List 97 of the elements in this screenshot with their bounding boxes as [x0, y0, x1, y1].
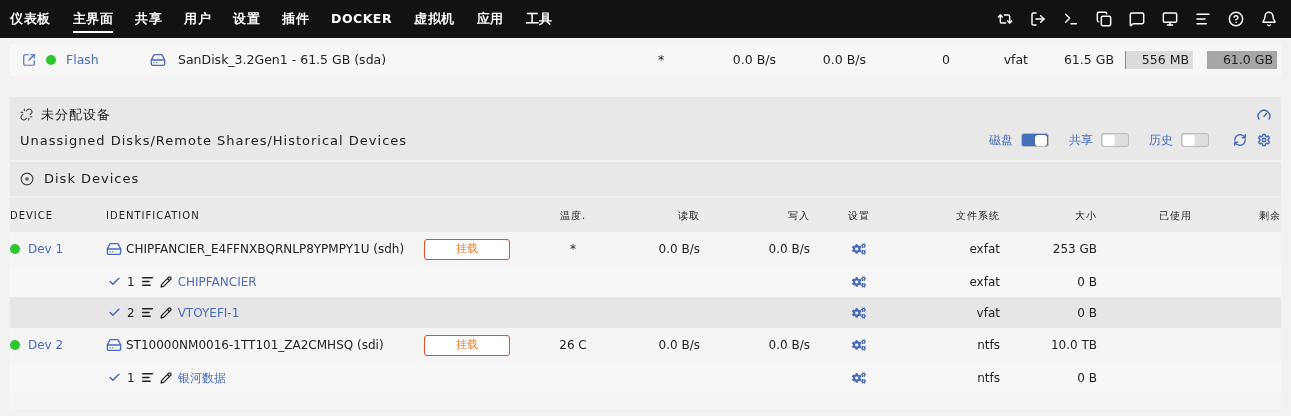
column-header: 温度.: [558, 208, 588, 223]
partition-number: 2: [127, 304, 135, 322]
device-identification: SanDisk_3.2Gen1 - 61.5 GB (sda): [178, 50, 387, 69]
column-header: 设置: [847, 208, 871, 223]
message-icon[interactable]: [1129, 11, 1145, 27]
size-value: 0 B: [1076, 369, 1097, 387]
temperature-value: *: [569, 241, 577, 258]
section-title: Disk Devices: [44, 170, 140, 189]
partition-row[interactable]: 2 VTOYEFI-1 vfat 0 B: [10, 297, 1281, 328]
external-link-icon[interactable]: [22, 53, 36, 67]
partition-number: 1: [127, 273, 135, 291]
write-speed: 0.0 B/s: [767, 337, 810, 354]
toggle-switch[interactable]: [1181, 133, 1209, 148]
nav-tab[interactable]: 用户: [184, 4, 211, 34]
list-icon[interactable]: [1195, 11, 1211, 27]
partition-number: 1: [127, 369, 135, 387]
nav-tab[interactable]: 工具: [525, 4, 553, 34]
nav-tab[interactable]: 共享: [135, 4, 162, 34]
write-speed: 0.0 B/s: [821, 50, 866, 69]
nav-tab[interactable]: 设置: [233, 4, 260, 34]
list-icon[interactable]: [140, 371, 154, 384]
column-header: 写入: [787, 208, 810, 223]
read-speed: 0.0 B/s: [657, 241, 700, 258]
section-subtitle: Unassigned Disks/Remote Shares/Historical Devices: [20, 131, 408, 150]
filesystem-value: vfat: [1002, 50, 1028, 69]
toggle-switch[interactable]: [1021, 133, 1049, 148]
partition-row[interactable]: 1 CHIPFANCIER exfat 0 B: [10, 266, 1281, 297]
toggle-label: 历史: [1149, 132, 1173, 150]
edit-icon[interactable]: [159, 275, 172, 288]
nav-tab[interactable]: DOCKER: [331, 4, 393, 34]
nav-tab[interactable]: 插件: [282, 4, 309, 34]
list-icon[interactable]: [140, 306, 154, 319]
nav-tab[interactable]: 主界面: [72, 4, 113, 34]
size-value: 253 GB: [1051, 241, 1097, 258]
toggle-switch[interactable]: [1101, 133, 1129, 148]
drive-icon: [106, 241, 122, 257]
filesystem-value: exfat: [968, 273, 1000, 291]
nav-tab[interactable]: 虚拟机: [414, 4, 455, 34]
toggle-label: 共享: [1069, 132, 1093, 150]
column-header: 文件系统: [955, 208, 1000, 223]
partition-link[interactable]: 银河数据: [177, 368, 226, 387]
read-speed: 0.0 B/s: [657, 337, 700, 354]
device-link[interactable]: Dev 1: [28, 240, 64, 258]
device-identification: CHIPFANCIER_E4FFNXBQRNLP8YPMPY1U (sdh): [126, 241, 406, 258]
nav-tab[interactable]: 仪表板: [10, 4, 51, 34]
logout-icon[interactable]: [1030, 11, 1046, 27]
size-value: 10.0 TB: [1049, 337, 1097, 354]
help-icon[interactable]: [1228, 11, 1244, 27]
section-title: 未分配设备: [41, 106, 111, 124]
toggle-label: 磁盘: [989, 132, 1013, 150]
refresh-icon[interactable]: [1233, 133, 1247, 148]
device-link[interactable]: Flash: [66, 50, 99, 70]
settings-icon[interactable]: [852, 274, 866, 289]
used-bar: 556 MB: [1125, 51, 1193, 69]
device-link[interactable]: Dev 2: [28, 336, 64, 354]
monitor-icon[interactable]: [1162, 11, 1178, 27]
copy-icon[interactable]: [1096, 11, 1112, 27]
device-identification: ST10000NM0016-1TT101_ZA2CMHSQ (sdi): [126, 337, 385, 354]
column-header: 已使用: [1158, 208, 1192, 223]
size-value: 0 B: [1076, 273, 1097, 291]
drive-icon: [106, 337, 122, 353]
filesystem-value: vfat: [975, 304, 1000, 322]
partition-link[interactable]: VTOYEFI-1: [177, 303, 240, 322]
column-header: 读取: [677, 208, 700, 223]
settings-icon[interactable]: [852, 305, 866, 320]
temperature-value: 26 C: [558, 337, 588, 354]
transfer-icon[interactable]: [997, 11, 1013, 27]
column-header: 大小: [1074, 208, 1097, 223]
gauge-icon[interactable]: [1257, 107, 1271, 122]
filesystem-value: exfat: [968, 241, 1000, 258]
filesystem-value: ntfs: [976, 369, 1000, 387]
read-speed: 0.0 B/s: [731, 50, 776, 69]
nav-tab[interactable]: 应用: [476, 4, 504, 34]
terminal-icon[interactable]: [1063, 11, 1079, 27]
temperature-value: *: [658, 50, 666, 69]
edit-icon[interactable]: [159, 371, 172, 384]
settings-icon[interactable]: [1257, 133, 1271, 148]
drive-icon: [150, 52, 166, 68]
column-header: DEVICE: [10, 208, 55, 223]
free-bar: 61.0 GB: [1207, 51, 1277, 69]
write-speed: 0.0 B/s: [767, 241, 810, 258]
settings-icon[interactable]: [852, 370, 866, 385]
unlink-icon: [20, 108, 33, 122]
error-count: 0: [941, 50, 950, 69]
column-header: 剩余: [1258, 208, 1281, 223]
settings-icon[interactable]: [852, 242, 866, 256]
filesystem-value: ntfs: [976, 337, 1000, 354]
settings-icon[interactable]: [852, 338, 866, 352]
size-value: 61.5 GB: [1062, 50, 1114, 69]
notification-icon[interactable]: [1261, 11, 1277, 27]
edit-icon[interactable]: [159, 306, 172, 319]
disk-icon: [20, 172, 34, 186]
list-icon[interactable]: [140, 275, 154, 288]
size-value: 0 B: [1076, 304, 1097, 322]
column-header: IDENTIFICATION: [106, 208, 201, 223]
partition-link[interactable]: CHIPFANCIER: [177, 272, 257, 291]
partition-row[interactable]: 1 银河数据 ntfs 0 B: [10, 362, 1281, 393]
